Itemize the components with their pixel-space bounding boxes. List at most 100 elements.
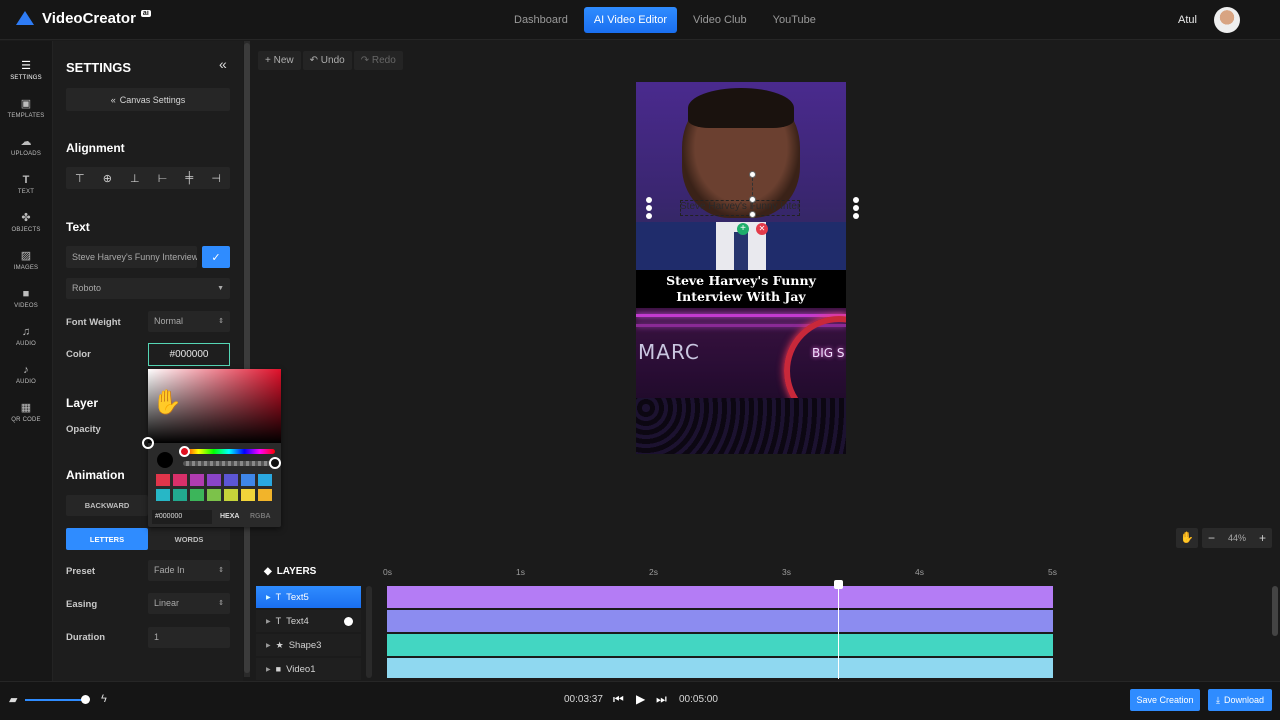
caption-band[interactable]: Steve Harvey's Funny Interview With Jay (636, 270, 846, 308)
undo-button[interactable]: ↶ Undo (302, 51, 352, 70)
align-left-icon[interactable]: ⊢ (158, 172, 168, 185)
panel-scrollbar[interactable] (244, 41, 250, 677)
rail-item-voice[interactable]: ♪ AUDIO (0, 355, 52, 393)
mode-rgba[interactable]: RGBA (250, 513, 271, 520)
timeline-clip[interactable] (387, 634, 1053, 656)
duration-input[interactable]: 1 (148, 627, 230, 648)
timeline-clip[interactable] (387, 586, 1053, 608)
layer-row[interactable]: ▶ T Text5 (256, 586, 361, 608)
color-swatch[interactable] (224, 489, 238, 501)
rail-item-text[interactable]: T TEXT (0, 165, 52, 203)
pan-hand-button[interactable]: ✋ (1176, 528, 1198, 548)
rail-item-videos[interactable]: ■ VIDEOS (0, 279, 52, 317)
selection-box[interactable] (680, 200, 800, 216)
playhead-knob[interactable] (834, 580, 843, 589)
color-swatch[interactable] (224, 474, 238, 486)
rail-item-templates[interactable]: ▣ TEMPLATES (0, 89, 52, 127)
align-middle-icon[interactable]: ⊕ (103, 172, 112, 185)
font-weight-select[interactable]: Normal ⇕ (148, 311, 230, 332)
color-swatch[interactable] (258, 489, 272, 501)
canvas-settings-button[interactable]: « Canvas Settings (66, 88, 230, 111)
nav-video-club[interactable]: Video Club (683, 7, 757, 33)
rail-item-uploads[interactable]: ☁ UPLOADS (0, 127, 52, 165)
delete-element-button[interactable]: ✕ (756, 223, 768, 235)
color-swatch[interactable] (207, 474, 221, 486)
alpha-slider[interactable] (183, 461, 275, 466)
collapse-icon[interactable]: « (219, 56, 227, 72)
rail-item-audio[interactable]: ♫ AUDIO (0, 317, 52, 355)
nav-youtube[interactable]: YouTube (763, 7, 826, 33)
expand-icon[interactable]: ▶ (266, 642, 271, 649)
skip-back-icon[interactable]: ⏮ (613, 692, 624, 707)
resize-handle-top[interactable] (749, 196, 756, 203)
easing-select[interactable]: Linear ⇕ (148, 593, 230, 614)
volume-knob[interactable] (81, 695, 90, 704)
expand-icon[interactable]: ▶ (266, 618, 271, 625)
align-bottom-icon[interactable]: ⊥ (130, 172, 140, 185)
color-swatch[interactable] (156, 489, 170, 501)
zoom-out-icon[interactable]: − (1208, 531, 1215, 545)
align-right-icon[interactable]: ⊣ (211, 172, 221, 185)
play-icon[interactable]: ▶ (636, 692, 645, 706)
color-swatch[interactable] (241, 489, 255, 501)
timeline-clip[interactable] (387, 610, 1053, 632)
align-center-icon[interactable]: ╪ (185, 172, 193, 184)
color-swatch[interactable] (258, 474, 272, 486)
sv-handle[interactable] (142, 437, 154, 449)
color-swatch[interactable] (190, 489, 204, 501)
layer-visibility-dot[interactable] (344, 617, 353, 626)
color-swatch[interactable] (207, 489, 221, 501)
expand-icon[interactable]: ▶ (266, 594, 271, 601)
rail-item-images[interactable]: ▨ IMAGES (0, 241, 52, 279)
expand-icon[interactable]: ▶ (266, 666, 271, 673)
timeline-scrollbar[interactable] (1272, 586, 1278, 636)
volume-slider[interactable] (25, 699, 85, 701)
hue-handle[interactable] (179, 446, 190, 457)
rotate-handle[interactable] (749, 171, 756, 178)
color-swatch[interactable] (241, 474, 255, 486)
panel-scroll-thumb[interactable] (244, 43, 250, 673)
redo-button[interactable]: ↷ Redo (353, 51, 403, 70)
layer-row[interactable]: ▶ ★ Shape3 (256, 634, 361, 656)
app-logo[interactable]: VideoCreator ai (16, 10, 151, 27)
left-edge-handle[interactable] (646, 197, 652, 219)
layers-scrollbar[interactable] (366, 586, 372, 678)
color-swatch[interactable] (173, 489, 187, 501)
hex-input[interactable]: #000000 (152, 510, 212, 524)
rail-item-settings[interactable]: ☰ SETTINGS (0, 51, 52, 89)
add-element-button[interactable]: + (737, 223, 749, 235)
preset-select[interactable]: Fade In ⇕ (148, 560, 230, 581)
tab-letters[interactable]: LETTERS (66, 528, 148, 550)
screen-toggle-icon[interactable]: ▰ (9, 693, 17, 706)
color-swatch[interactable] (156, 474, 170, 486)
download-button[interactable]: ⤓ Download (1208, 689, 1272, 711)
tab-words[interactable]: WORDS (148, 528, 230, 550)
right-edge-handle[interactable] (853, 197, 859, 219)
zoom-in-icon[interactable]: + (1259, 531, 1266, 545)
apply-text-button[interactable]: ✓ (202, 246, 230, 268)
color-swatch[interactable] (190, 474, 204, 486)
skip-forward-icon[interactable]: ⏭ (656, 692, 667, 707)
nav-dashboard[interactable]: Dashboard (504, 7, 578, 33)
alpha-handle[interactable] (269, 457, 281, 469)
font-select[interactable]: Roboto ▼ (66, 278, 230, 299)
color-swatch[interactable] (173, 474, 187, 486)
mode-hexa[interactable]: HEXA (220, 513, 239, 520)
resize-handle-bottom[interactable] (749, 211, 756, 218)
video-canvas[interactable]: Steve Harvey's Funny Interview With Jay … (636, 82, 846, 454)
text-input[interactable]: Steve Harvey's Funny Interview With Jay (66, 246, 197, 268)
nav-ai-video-editor[interactable]: AI Video Editor (583, 7, 678, 33)
save-creation-button[interactable]: Save Creation (1130, 689, 1200, 711)
rail-item-objects[interactable]: ✤ OBJECTS (0, 203, 52, 241)
direction-toggle[interactable]: BACKWARD (66, 495, 148, 516)
playhead-line[interactable] (838, 581, 839, 679)
lightning-icon[interactable]: ϟ (101, 693, 107, 705)
hue-slider[interactable] (183, 449, 275, 454)
avatar[interactable] (1214, 7, 1240, 33)
layer-row[interactable]: ▶ ■ Video1 (256, 658, 361, 680)
new-button[interactable]: + New (258, 51, 301, 70)
rail-item-qr-code[interactable]: ▦ QR CODE (0, 393, 52, 431)
timeline-clip[interactable] (387, 658, 1053, 678)
align-top-icon[interactable]: ⊤ (75, 172, 85, 185)
user-name[interactable]: Atul (1178, 14, 1197, 26)
